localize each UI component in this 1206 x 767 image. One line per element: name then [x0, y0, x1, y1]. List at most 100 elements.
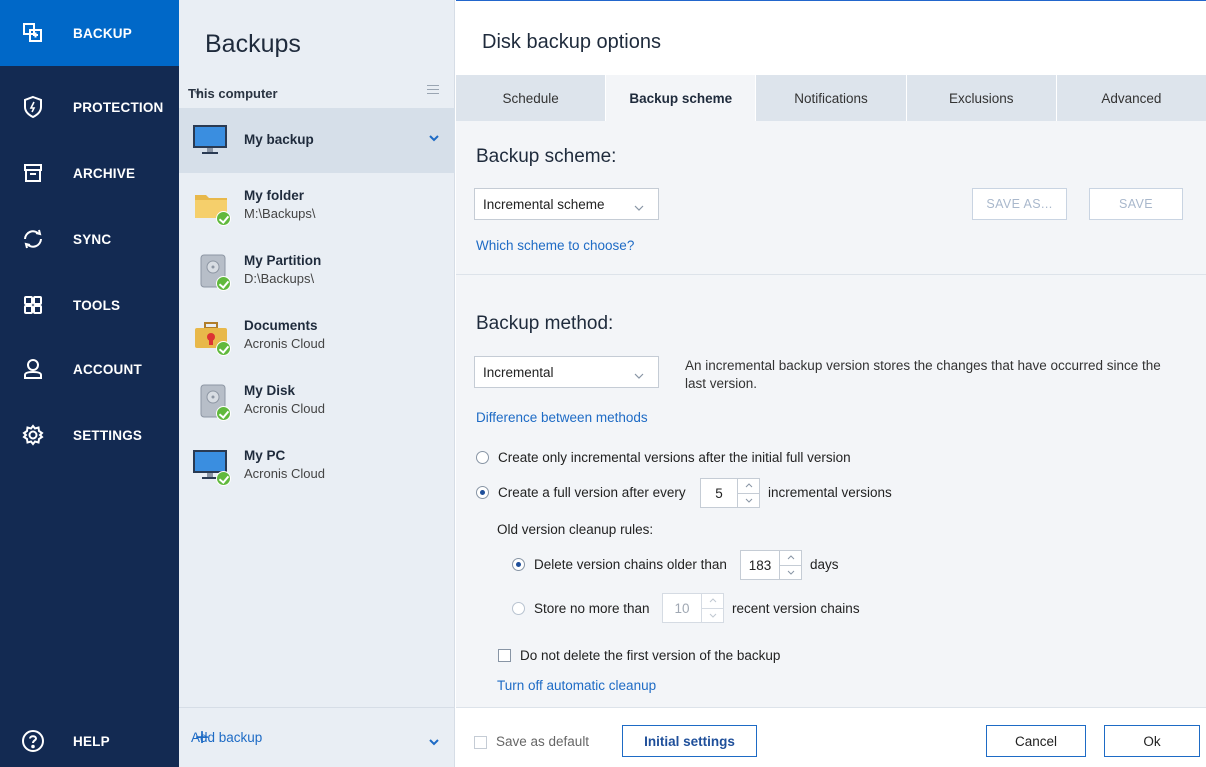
backup-location: Acronis Cloud: [244, 336, 325, 351]
scheme-heading: Backup scheme:: [476, 146, 617, 167]
nav-label: SYNC: [73, 231, 112, 247]
radio-full-every[interactable]: [476, 486, 489, 499]
which-scheme-link[interactable]: Which scheme to choose?: [476, 238, 634, 253]
tab-notifications[interactable]: Notifications: [756, 75, 907, 121]
tab-backup-scheme[interactable]: Backup scheme: [606, 75, 757, 121]
add-backup-label: Add backup: [191, 730, 263, 745]
method-heading: Backup method:: [476, 313, 614, 334]
backup-item-my-pc[interactable]: My PC Acronis Cloud: [179, 433, 455, 498]
chevron-down-icon[interactable]: [702, 609, 723, 623]
backups-title: Backups: [205, 30, 301, 58]
radio-delete-older[interactable]: [512, 558, 525, 571]
help-icon: [20, 728, 46, 754]
chevron-down-icon: [634, 367, 644, 382]
backup-item-my-partition[interactable]: My Partition D:\Backups\: [179, 238, 455, 303]
disk-icon: [192, 380, 236, 424]
store-no-more-label: Store no more than: [534, 601, 650, 616]
nav-label: TOOLS: [73, 297, 121, 313]
cleanup-rules-label: Old version cleanup rules:: [497, 522, 654, 537]
nav-item-sync[interactable]: SYNC: [0, 206, 179, 272]
chevron-up-icon[interactable]: [780, 551, 801, 566]
chevron-down-icon[interactable]: [780, 566, 801, 580]
method-selected: Incremental: [483, 364, 554, 380]
delete-older-label: Delete version chains older than: [534, 557, 727, 572]
nav-label: BACKUP: [73, 25, 132, 41]
tab-content: Backup scheme: Incremental scheme SAVE A…: [456, 121, 1206, 707]
chevron-down-icon[interactable]: [429, 734, 439, 749]
chevron-up-icon[interactable]: [738, 479, 759, 494]
chevron-up-icon[interactable]: [702, 594, 723, 609]
chains-stepper[interactable]: 10: [662, 593, 724, 623]
backup-item-my-disk[interactable]: My Disk Acronis Cloud: [179, 368, 455, 433]
nav-item-backup[interactable]: BACKUP: [0, 0, 179, 66]
backup-location: Acronis Cloud: [244, 466, 325, 481]
backup-location: D:\Backups\: [244, 271, 315, 286]
option-incremental-only-label: Create only incremental versions after t…: [498, 450, 851, 465]
difference-methods-link[interactable]: Difference between methods: [476, 410, 648, 425]
nav-item-account[interactable]: ACCOUNT: [0, 336, 179, 402]
backup-item-my-folder[interactable]: My folder M:\Backups\: [179, 173, 455, 238]
days-label: days: [810, 557, 839, 572]
tab-advanced[interactable]: Advanced: [1057, 75, 1206, 121]
nav-item-archive[interactable]: ARCHIVE: [0, 140, 179, 206]
save-as-button[interactable]: SAVE AS...: [972, 188, 1067, 220]
backup-item-my-backup[interactable]: My backup: [179, 108, 455, 173]
nav-label: ACCOUNT: [73, 361, 142, 377]
group-header-this-computer[interactable]: This computer: [179, 80, 455, 106]
nav-label: PROTECTION: [73, 99, 164, 115]
radio-incremental-only[interactable]: [476, 451, 489, 464]
nav-item-tools[interactable]: TOOLS: [0, 272, 179, 338]
ok-button[interactable]: Ok: [1104, 725, 1200, 757]
folder-icon: [192, 185, 236, 229]
chains-label: recent version chains: [732, 601, 860, 616]
turn-off-cleanup-link[interactable]: Turn off automatic cleanup: [497, 678, 656, 693]
stepper-value: 5: [715, 485, 723, 501]
add-backup-button[interactable]: + Add backup: [179, 707, 455, 767]
shield-icon: [20, 94, 46, 120]
save-default-checkbox[interactable]: [474, 736, 487, 749]
tab-schedule[interactable]: Schedule: [456, 75, 607, 121]
backup-item-documents[interactable]: Documents Acronis Cloud: [179, 303, 455, 368]
backup-location: Acronis Cloud: [244, 401, 325, 416]
scheme-dropdown[interactable]: Incremental scheme: [474, 188, 659, 220]
tab-bar: Schedule Backup scheme Notifications Exc…: [456, 75, 1206, 121]
sync-icon: [20, 226, 46, 252]
keep-first-label: Do not delete the first version of the b…: [520, 648, 781, 663]
full-every-stepper[interactable]: 5: [700, 478, 760, 508]
scheme-selected: Incremental scheme: [483, 196, 605, 212]
tab-exclusions[interactable]: Exclusions: [907, 75, 1057, 121]
save-button[interactable]: SAVE: [1089, 188, 1183, 220]
chevron-down-icon[interactable]: [429, 130, 439, 145]
initial-settings-button[interactable]: Initial settings: [622, 725, 757, 757]
backup-name: Documents: [244, 318, 318, 333]
option-full-every-suffix: incremental versions: [768, 485, 892, 500]
radio-store-no-more[interactable]: [512, 602, 525, 615]
keep-first-checkbox[interactable]: [498, 649, 511, 662]
tools-icon: [20, 292, 46, 318]
cancel-button[interactable]: Cancel: [986, 725, 1086, 757]
backup-name: My Partition: [244, 253, 322, 268]
menu-icon[interactable]: [427, 85, 439, 97]
chevron-down-icon: [634, 199, 644, 214]
stepper-value: 183: [748, 557, 772, 573]
options-panel: Disk backup options Schedule Backup sche…: [456, 0, 1206, 767]
backup-icon: [20, 20, 46, 46]
days-stepper[interactable]: 183: [740, 550, 802, 580]
chevron-down-icon[interactable]: [738, 494, 759, 508]
nav-label: ARCHIVE: [73, 165, 136, 181]
nav-item-help[interactable]: HELP: [0, 708, 179, 767]
save-default-label: Save as default: [496, 734, 590, 749]
backup-location: M:\Backups\: [244, 206, 316, 221]
nav-item-protection[interactable]: PROTECTION: [0, 74, 179, 140]
section-divider: [456, 274, 1206, 275]
nav-label: HELP: [73, 733, 110, 749]
method-description: An incremental backup version stores the…: [685, 358, 1161, 391]
method-dropdown[interactable]: Incremental: [474, 356, 659, 388]
settings-icon: [20, 422, 46, 448]
nav-item-settings[interactable]: SETTINGS: [0, 402, 179, 468]
nav-label: SETTINGS: [73, 427, 143, 443]
backup-name: My folder: [244, 188, 305, 203]
option-full-every-label: Create a full version after every: [498, 485, 686, 500]
group-label: This computer: [188, 85, 278, 101]
stepper-value: 10: [674, 600, 690, 616]
